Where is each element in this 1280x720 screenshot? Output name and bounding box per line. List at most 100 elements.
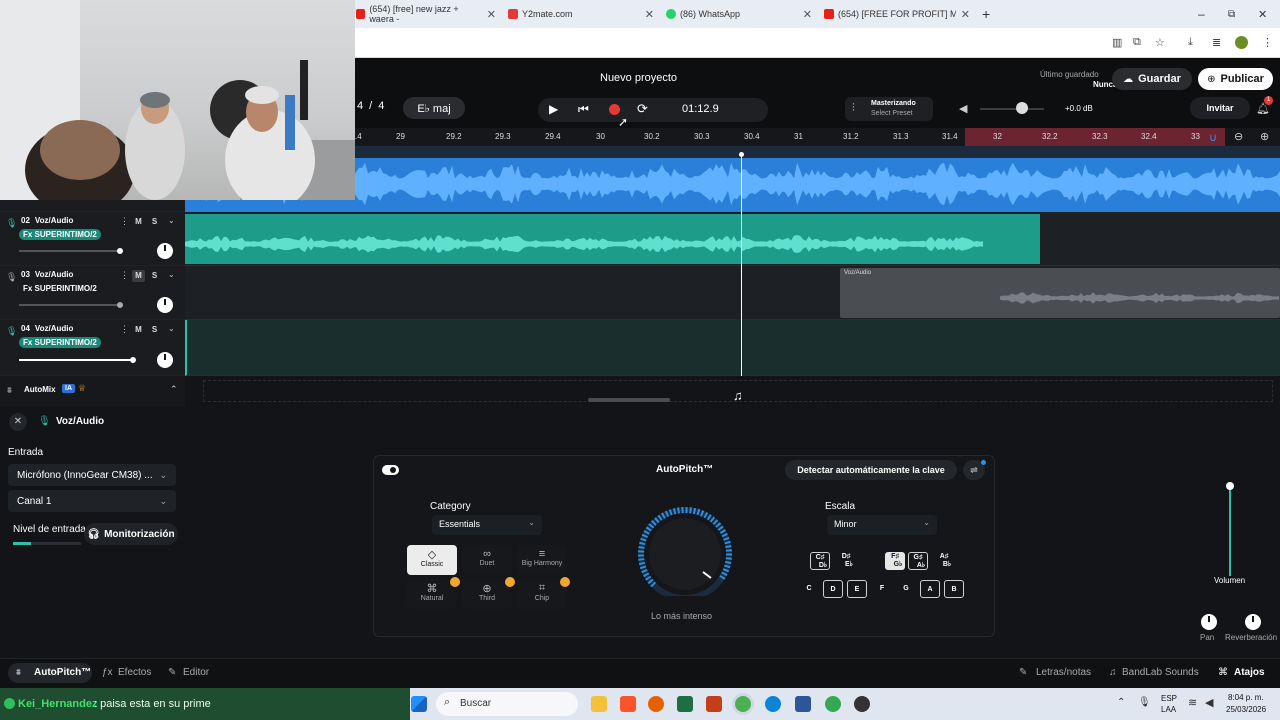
scale-key-natural[interactable]: G <box>896 580 916 598</box>
obs-icon[interactable] <box>854 696 870 712</box>
collections-icon[interactable]: ≣ <box>1212 36 1221 49</box>
project-title[interactable]: Nuevo proyecto <box>600 72 677 84</box>
minimize-button[interactable]: – <box>1198 4 1205 24</box>
powerpoint-icon[interactable] <box>706 696 722 712</box>
close-icon[interactable]: ✕ <box>961 8 970 21</box>
solo-button[interactable]: S <box>148 270 161 282</box>
taskbar-search[interactable]: ⌕ Buscar <box>436 692 578 716</box>
brave-browser-icon[interactable] <box>620 696 636 712</box>
scale-key-natural[interactable]: F <box>872 580 892 598</box>
time-signature[interactable]: 4 / 4 <box>357 100 384 112</box>
scale-key-sharp[interactable]: F♯ G♭ <box>885 552 905 570</box>
track-volume-slider[interactable] <box>19 359 133 361</box>
windows-start-icon[interactable] <box>411 696 427 712</box>
excel-icon[interactable] <box>677 696 693 712</box>
mode-classic-button[interactable]: ◇ Classic <box>407 545 457 575</box>
timeline-ruler[interactable]: .4 29 29.2 29.3 29.4 30 30.2 30.3 30.4 3… <box>355 128 1280 146</box>
horizontal-scrollbar[interactable] <box>588 398 670 402</box>
chevron-up-icon[interactable]: ⌃ <box>1117 697 1125 708</box>
zoom-in-icon[interactable]: ⊕ <box>1260 130 1269 143</box>
bandlab-sounds-button[interactable]: BandLab Sounds <box>1122 667 1199 678</box>
mute-button[interactable]: M <box>132 270 145 282</box>
clock-date[interactable]: 25/03/2026 <box>1226 705 1266 714</box>
play-icon[interactable]: ▶ <box>549 102 558 116</box>
extensions-icon[interactable]: ⧉ <box>1133 36 1141 49</box>
scale-key-sharp[interactable]: C♯ D♭ <box>810 552 830 570</box>
word-icon[interactable] <box>795 696 811 712</box>
tab-effects[interactable]: Efectos <box>118 667 151 678</box>
close-panel-button[interactable]: ✕ <box>9 413 27 431</box>
lyrics-button[interactable]: Letras/notas <box>1036 667 1091 678</box>
chevron-up-icon[interactable]: ⌃ <box>170 384 178 395</box>
scale-key-sharp[interactable]: A♯ B♭ <box>934 552 954 570</box>
save-button[interactable]: ☁ Guardar <box>1112 68 1192 90</box>
fx-chain-badge[interactable]: Fx SUPERINTIMO/2 <box>19 337 101 348</box>
reverb-knob[interactable] <box>1245 614 1261 630</box>
track-lane-04-recording[interactable] <box>185 320 1280 376</box>
scale-select[interactable]: Minor ⌄ <box>827 515 937 535</box>
scale-key-sharp[interactable]: D♯ E♭ <box>836 552 856 570</box>
track-lane-02[interactable] <box>185 212 1280 266</box>
mute-button[interactable]: M <box>132 216 145 228</box>
track-menu-icon[interactable]: ⋮ <box>120 270 129 281</box>
speaker-icon[interactable]: ◀︎ <box>959 102 967 115</box>
master-volume-handle[interactable] <box>1016 102 1028 114</box>
download-icon[interactable]: ⤓ <box>1188 36 1193 49</box>
track-header-03[interactable]: 🎙︎ 03 Voz/Audio Fx SUPERINTIMO/2 ⋮ M S ⌄ <box>0 266 185 320</box>
close-window-button[interactable]: ✕ <box>1258 4 1267 24</box>
master-volume-slider[interactable] <box>980 108 1044 110</box>
track-volume-handle[interactable] <box>117 302 123 308</box>
key-selector[interactable]: E♭ maj <box>403 97 465 119</box>
solo-button[interactable]: S <box>148 216 161 228</box>
publish-button[interactable]: ⊕ Publicar <box>1198 68 1273 90</box>
volume-fader[interactable] <box>1229 484 1231 576</box>
edge-icon[interactable] <box>765 696 781 712</box>
track-header-04[interactable]: 🎙︎ 04 Voz/Audio Fx SUPERINTIMO/2 ⋮ M S ⌄ <box>0 320 185 376</box>
intensity-knob[interactable] <box>629 504 745 596</box>
browser-tab-1[interactable]: (654) [free] new jazz + waera - ✕ <box>356 4 496 24</box>
audio-clip-muted[interactable]: Voz/Audio <box>840 268 1280 318</box>
mute-button[interactable]: M <box>132 324 145 336</box>
chevron-down-icon[interactable]: ⌄ <box>168 324 175 333</box>
favorite-star-icon[interactable]: ☆ <box>1155 36 1165 49</box>
monitoring-button[interactable]: 🎧︎ Monitorización <box>84 523 178 545</box>
fx-chain-badge[interactable]: Fx SUPERINTIMO/2 <box>19 283 101 294</box>
volume-tray-icon[interactable]: ◀︎ <box>1205 696 1213 709</box>
scale-key-natural[interactable]: E <box>847 580 867 598</box>
track-lane-03[interactable]: Voz/Audio <box>185 266 1280 320</box>
browser-tab-3[interactable]: (86) WhatsApp ✕ <box>666 4 812 24</box>
pan-knob[interactable] <box>1201 614 1217 630</box>
scale-key-natural[interactable]: B <box>944 580 964 598</box>
maximize-button[interactable]: ⧉ <box>1228 4 1235 24</box>
close-icon[interactable]: ✕ <box>487 8 496 21</box>
more-menu-icon[interactable]: ⋮ <box>1262 36 1273 49</box>
microphone-tray-icon[interactable]: 🎙︎ <box>1138 697 1151 708</box>
track-header-02[interactable]: 🎙︎ 02 Voz/Audio Fx SUPERINTIMO/2 ⋮ M S ⌄ <box>0 212 185 266</box>
input-device-select[interactable]: Micrófono (InnoGear CM38) ... ⌄ <box>8 464 176 486</box>
skip-back-icon[interactable]: ⏮ <box>578 102 589 117</box>
scale-key-natural[interactable]: A <box>920 580 940 598</box>
effect-toggle[interactable] <box>382 465 399 475</box>
wifi-icon[interactable]: ≋ <box>1188 696 1197 709</box>
new-tab-button[interactable]: + <box>982 4 990 24</box>
volume-fader-handle[interactable] <box>1226 482 1234 490</box>
scale-key-natural[interactable]: D <box>823 580 843 598</box>
browser-tab-2[interactable]: Y2mate.com ✕ <box>508 4 654 24</box>
track-volume-handle[interactable] <box>117 248 123 254</box>
shortcuts-button[interactable]: Atajos <box>1234 667 1265 678</box>
track-volume-slider[interactable] <box>19 250 121 252</box>
fx-chain-badge[interactable]: Fx SUPERINTIMO/2 <box>19 229 101 240</box>
invite-button[interactable]: Invitar <box>1190 97 1250 119</box>
mode-duet-button[interactable]: ∞ Duet <box>462 545 512 575</box>
browser-tab-4[interactable]: (654) [FREE FOR PROFIT] Melo ✕ <box>824 4 970 24</box>
add-track-area[interactable]: ♫ <box>185 376 1280 406</box>
track-menu-icon[interactable]: ⋮ <box>120 216 129 227</box>
detect-key-button[interactable]: Detectar automáticamente la clave <box>785 460 957 480</box>
track-name[interactable]: Voz/Audio <box>35 216 74 225</box>
channel-select[interactable]: Canal 1 ⌄ <box>8 490 176 512</box>
playhead[interactable] <box>741 154 742 394</box>
record-button[interactable] <box>609 104 620 115</box>
category-select[interactable]: Essentials ⌄ <box>432 515 542 535</box>
solo-button[interactable]: S <box>148 324 161 336</box>
scale-key-sharp[interactable]: G♯ A♭ <box>908 552 928 570</box>
